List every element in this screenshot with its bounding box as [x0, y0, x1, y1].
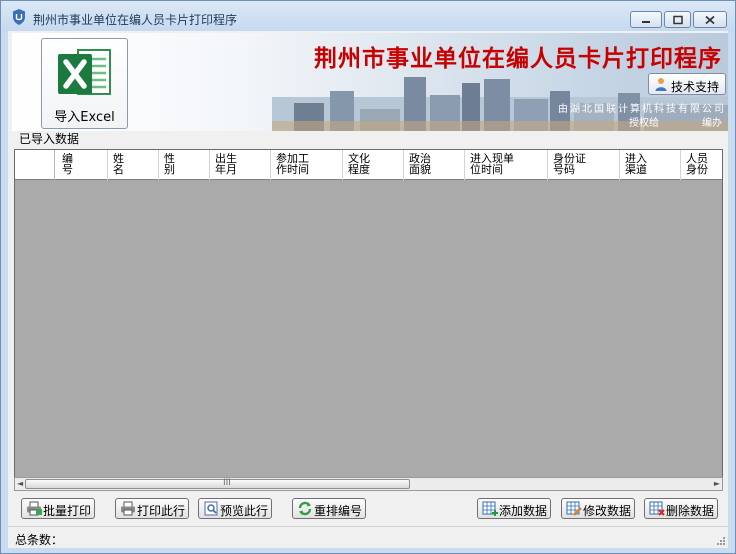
- column-divider[interactable]: [270, 150, 271, 180]
- column-header-identity[interactable]: 人员 身份: [686, 153, 722, 175]
- edit-data-label: 修改数据: [583, 504, 632, 518]
- horizontal-scrollbar[interactable]: ◄ III ►: [14, 477, 723, 491]
- authorized-text: 授权给: [629, 118, 659, 129]
- client-area: 荆州市事业单位在编人员卡片打印程序 技术支持 由湖北国联计算机科技有限公司 授权…: [8, 31, 728, 548]
- window-title: 荆州市事业单位在编人员卡片打印程序: [33, 13, 238, 27]
- support-person-icon: [655, 78, 667, 91]
- minimize-button[interactable]: [630, 11, 662, 28]
- import-excel-button[interactable]: 导入Excel: [41, 38, 128, 129]
- column-divider[interactable]: [619, 150, 620, 180]
- maximize-icon: [672, 15, 683, 24]
- column-divider[interactable]: [209, 150, 210, 180]
- print-row-label: 打印此行: [137, 504, 186, 518]
- print-row-button[interactable]: 打印此行: [115, 498, 189, 519]
- maximize-button[interactable]: [664, 11, 691, 28]
- row-header-corner: [15, 150, 55, 180]
- grid-header: 编 号 姓 名 性 别 出生 年月 参加工 作时间 文化 程度 政治 面貌 进入…: [15, 150, 722, 180]
- renumber-button[interactable]: 重排编号: [292, 498, 366, 519]
- column-divider[interactable]: [680, 150, 681, 180]
- column-header-number[interactable]: 编 号: [62, 153, 102, 175]
- delete-data-label: 删除数据: [666, 504, 715, 518]
- banner-title: 荆州市事业单位在编人员卡片打印程序: [314, 45, 722, 72]
- batch-print-label: 批量打印: [43, 504, 92, 518]
- add-table-icon: [482, 501, 498, 516]
- add-data-button[interactable]: 添加数据: [477, 498, 551, 519]
- minimize-icon: [642, 20, 650, 23]
- printer-icon: [27, 501, 42, 516]
- excel-icon: [58, 49, 111, 95]
- printer-icon: [121, 501, 135, 516]
- scroll-left-arrow[interactable]: ◄: [17, 479, 23, 488]
- tech-support-button[interactable]: 技术支持: [648, 73, 726, 95]
- header-banner: 荆州市事业单位在编人员卡片打印程序 技术支持 由湖北国联计算机科技有限公司 授权…: [12, 33, 728, 131]
- resize-grip-icon[interactable]: [716, 536, 726, 546]
- batch-print-button[interactable]: 批量打印: [21, 498, 95, 519]
- close-button[interactable]: [693, 11, 727, 28]
- close-icon: [705, 15, 715, 24]
- tech-support-label: 技术支持: [671, 80, 720, 94]
- app-window: 荆州市事业单位在编人员卡片打印程序 荆州市事业单位在编人员卡片打印程序 技术支持…: [0, 0, 736, 554]
- scrollbar-grip: III: [223, 478, 231, 488]
- refresh-icon: [298, 501, 312, 516]
- column-header-channel[interactable]: 进入 渠道: [625, 153, 677, 175]
- status-bar: 总条数：: [8, 526, 728, 548]
- imported-data-label: 已导入数据: [19, 132, 80, 146]
- column-divider[interactable]: [158, 150, 159, 180]
- column-divider[interactable]: [403, 150, 404, 180]
- company-text: 由湖北国联计算机科技有限公司: [558, 104, 726, 115]
- print-preview-icon: [204, 501, 218, 516]
- preview-row-label: 预览此行: [220, 504, 269, 518]
- column-header-gender[interactable]: 性 别: [164, 153, 204, 175]
- title-bar[interactable]: 荆州市事业单位在编人员卡片打印程序: [1, 1, 735, 31]
- column-divider[interactable]: [547, 150, 548, 180]
- edit-table-icon: [566, 501, 582, 516]
- scroll-right-arrow[interactable]: ►: [714, 479, 720, 488]
- renumber-label: 重排编号: [314, 504, 363, 518]
- column-divider[interactable]: [107, 150, 108, 180]
- column-header-unit-join[interactable]: 进入现单 位时间: [470, 153, 546, 175]
- data-grid[interactable]: 编 号 姓 名 性 别 出生 年月 参加工 作时间 文化 程度 政治 面貌 进入…: [14, 149, 723, 491]
- column-header-education[interactable]: 文化 程度: [348, 153, 400, 175]
- column-header-political[interactable]: 政治 面貌: [409, 153, 461, 175]
- shield-icon: [13, 9, 25, 25]
- total-count-label: 总条数：: [15, 533, 64, 547]
- import-excel-label: 导入Excel: [54, 110, 115, 125]
- column-divider[interactable]: [464, 150, 465, 180]
- delete-table-icon: [649, 501, 665, 516]
- column-divider[interactable]: [342, 150, 343, 180]
- delete-data-button[interactable]: 删除数据: [644, 498, 718, 519]
- add-data-label: 添加数据: [499, 504, 548, 518]
- edit-data-button[interactable]: 修改数据: [561, 498, 635, 519]
- preview-row-button[interactable]: 预览此行: [198, 498, 272, 519]
- column-header-birth[interactable]: 出生 年月: [215, 153, 267, 175]
- compiled-text: 编办: [702, 118, 722, 129]
- column-header-id-number[interactable]: 身份证 号码: [553, 153, 615, 175]
- column-header-work-start[interactable]: 参加工 作时间: [276, 153, 338, 175]
- scrollbar-thumb[interactable]: III: [25, 478, 410, 489]
- column-header-name[interactable]: 姓 名: [113, 153, 153, 175]
